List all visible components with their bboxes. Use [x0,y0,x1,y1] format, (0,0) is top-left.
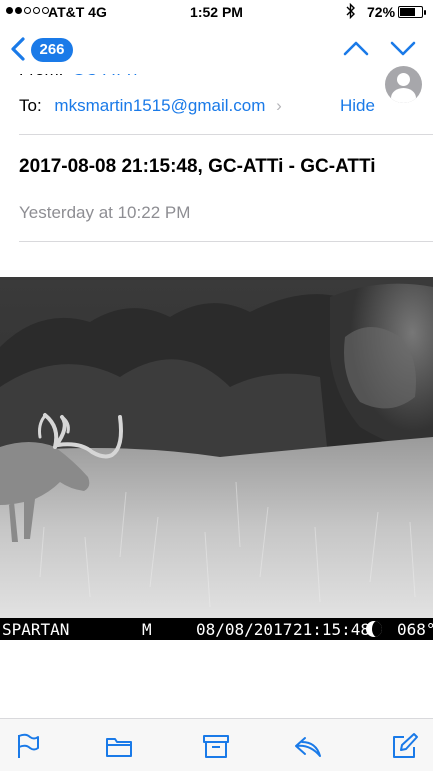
divider [19,134,433,135]
capture-date: 08/08/2017 [196,620,293,639]
unread-count-badge[interactable]: 266 [31,38,73,62]
nav-bar: 266 [0,24,433,74]
temperature: 068° [397,620,433,639]
to-row[interactable]: To: mksmartin1515@gmail.com › [19,96,282,116]
compose-icon[interactable] [391,732,419,760]
status-bar: AT&T 4G 1:52 PM 72% [0,0,433,24]
photo-image [0,277,433,618]
moon-phase-icon [366,621,382,637]
trail-camera-caption: SPARTAN M 08/08/2017 21:15:48 068° [0,618,433,640]
chevron-down-icon[interactable] [389,38,417,58]
folder-icon[interactable] [105,732,133,760]
bottom-toolbar [0,718,433,771]
divider [19,241,433,242]
camera-brand: SPARTAN [2,620,70,639]
to-label: To: [19,96,42,115]
to-chevron-icon: › [276,96,282,115]
capture-time: 21:15:48 [293,620,371,639]
hide-details-link[interactable]: Hide [340,96,375,116]
to-address[interactable]: mksmartin1515@gmail.com [54,96,265,115]
camera-mode: M [142,620,152,639]
bluetooth-icon [346,3,355,19]
chevron-left-icon[interactable] [8,36,30,62]
battery-icon [398,6,426,18]
chevron-up-icon[interactable] [342,38,370,58]
person-icon[interactable] [385,66,422,103]
message-date: Yesterday at 10:22 PM [19,203,191,222]
trail-camera-photo[interactable]: SPARTAN M 08/08/2017 21:15:48 068° [0,277,433,640]
archive-icon[interactable] [202,732,230,760]
battery-percent: 72% [367,4,396,20]
reply-icon[interactable] [294,732,322,760]
flag-icon[interactable] [14,732,42,760]
message-subject: 2017-08-08 21:15:48, GC-ATTi - GC-ATTi [19,156,376,177]
